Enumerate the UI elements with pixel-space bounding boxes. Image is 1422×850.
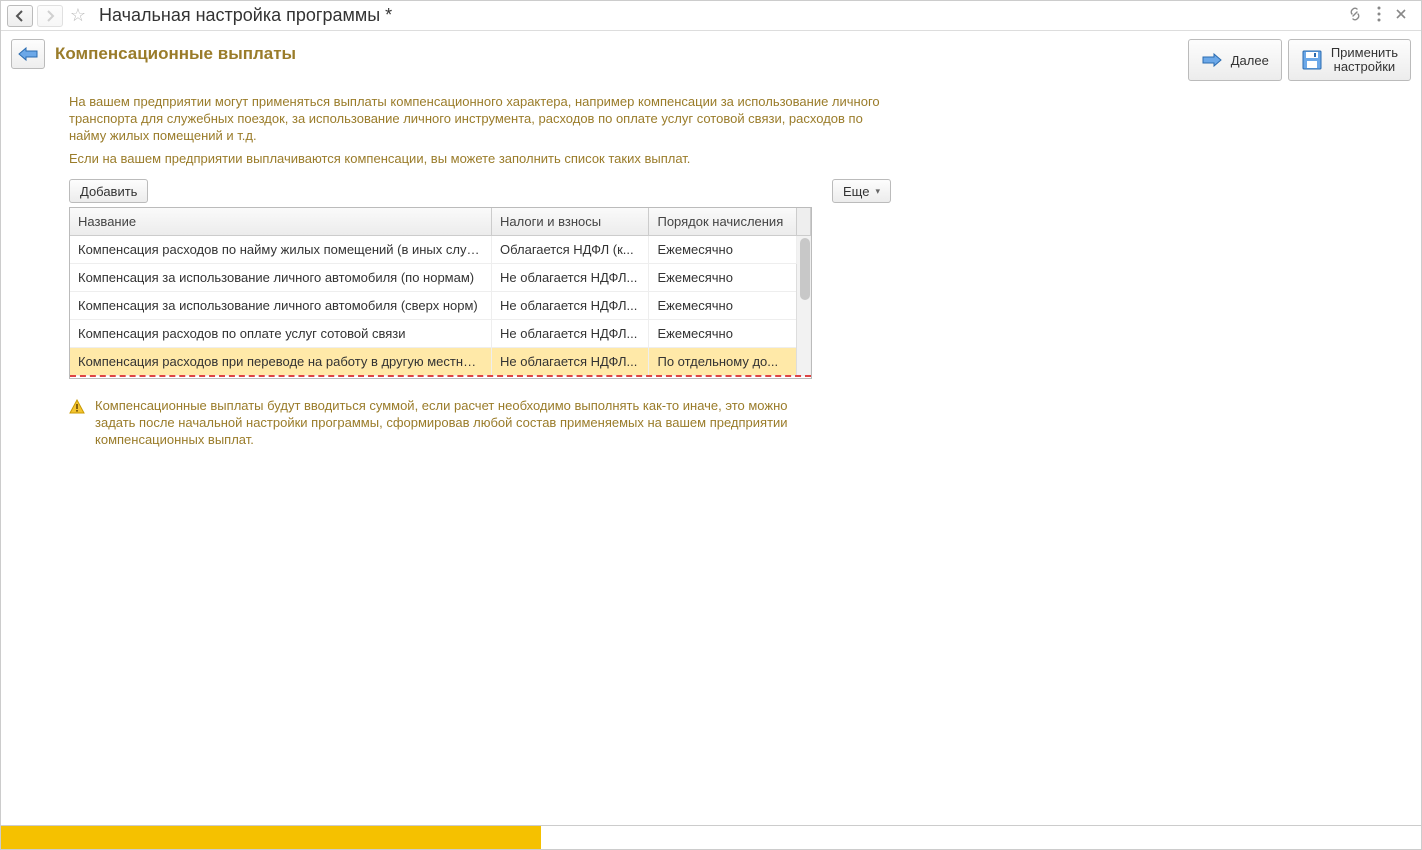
table-row[interactable]: Компенсация расходов по найму жилых поме… bbox=[70, 236, 811, 264]
cell-tax: Облагается НДФЛ (к... bbox=[492, 236, 649, 264]
description-1: На вашем предприятии могут применяться в… bbox=[69, 93, 891, 144]
table-header-row: Название Налоги и взносы Порядок начисле… bbox=[70, 208, 811, 236]
cell-name: Компенсация расходов по найму жилых поме… bbox=[70, 236, 492, 264]
warning-icon bbox=[69, 399, 85, 415]
cell-name: Компенсация за использование личного авт… bbox=[70, 264, 492, 292]
table-row[interactable]: Компенсация за использование личного авт… bbox=[70, 292, 811, 320]
link-icon[interactable] bbox=[1347, 6, 1363, 25]
content: На вашем предприятии могут применяться в… bbox=[1, 87, 891, 448]
toolbar-right: Далее Применить настройки bbox=[1188, 39, 1411, 81]
table-row[interactable]: Компенсация расходов по оплате услуг сот… bbox=[70, 320, 811, 348]
kebab-menu-icon[interactable] bbox=[1377, 6, 1381, 25]
nav-back-button[interactable] bbox=[7, 5, 33, 27]
cell-order: По отдельному до... bbox=[649, 348, 796, 376]
nav-forward-button[interactable] bbox=[37, 5, 63, 27]
progress-fill bbox=[1, 826, 541, 849]
table-row[interactable]: Компенсация за использование личного авт… bbox=[70, 264, 811, 292]
status-bar bbox=[1, 825, 1421, 849]
favorite-star-icon[interactable]: ☆ bbox=[67, 5, 89, 27]
description-2: Если на вашем предприятии выплачиваются … bbox=[69, 150, 891, 167]
table: Название Налоги и взносы Порядок начисле… bbox=[69, 207, 812, 379]
window-title: Начальная настройка программы * bbox=[99, 5, 392, 26]
cell-name: Компенсация за использование личного авт… bbox=[70, 292, 492, 320]
col-header-tax[interactable]: Налоги и взносы bbox=[492, 208, 649, 236]
next-button-label: Далее bbox=[1231, 53, 1269, 68]
cell-name: Компенсация расходов при переводе на раб… bbox=[70, 348, 492, 376]
selected-row-underline bbox=[70, 375, 811, 377]
col-header-name[interactable]: Название bbox=[70, 208, 492, 236]
cell-order: Ежемесячно bbox=[649, 264, 796, 292]
info-text: Компенсационные выплаты будут вводиться … bbox=[95, 397, 812, 448]
toolbar: Компенсационные выплаты Далее Применить … bbox=[1, 31, 1421, 87]
cell-name: Компенсация расходов по оплате услуг сот… bbox=[70, 320, 492, 348]
cell-order: Ежемесячно bbox=[649, 236, 796, 264]
section-title: Компенсационные выплаты bbox=[55, 39, 296, 69]
cell-tax: Не облагается НДФЛ... bbox=[492, 264, 649, 292]
title-bar: ☆ Начальная настройка программы * bbox=[1, 1, 1421, 31]
chevron-down-icon: ▾ bbox=[875, 186, 880, 197]
wizard-back-button[interactable] bbox=[11, 39, 45, 69]
window: ☆ Начальная настройка программы * Компен… bbox=[0, 0, 1422, 850]
floppy-icon bbox=[1301, 49, 1323, 71]
cell-tax: Не облагается НДФЛ... bbox=[492, 292, 649, 320]
add-button[interactable]: Добавить bbox=[69, 179, 148, 203]
table-toolbar: Добавить Еще ▾ bbox=[69, 179, 891, 203]
next-button[interactable]: Далее bbox=[1188, 39, 1282, 81]
col-header-order[interactable]: Порядок начисления bbox=[649, 208, 796, 236]
table-row-selected[interactable]: Компенсация расходов при переводе на раб… bbox=[70, 348, 811, 376]
cell-order: Ежемесячно bbox=[649, 320, 796, 348]
scroll-thumb[interactable] bbox=[800, 238, 810, 300]
cell-order: Ежемесячно bbox=[649, 292, 796, 320]
arrow-left-icon bbox=[17, 46, 39, 62]
scroll-header bbox=[796, 208, 810, 236]
apply-settings-button[interactable]: Применить настройки bbox=[1288, 39, 1411, 81]
title-bar-right bbox=[1347, 6, 1415, 25]
cell-tax: Не облагается НДФЛ... bbox=[492, 320, 649, 348]
close-icon[interactable] bbox=[1395, 8, 1407, 23]
info-row: Компенсационные выплаты будут вводиться … bbox=[69, 397, 812, 448]
apply-button-label: Применить настройки bbox=[1331, 46, 1398, 74]
more-button[interactable]: Еще ▾ bbox=[832, 179, 891, 203]
arrow-right-icon bbox=[1201, 52, 1223, 68]
cell-tax: Не облагается НДФЛ... bbox=[492, 348, 649, 376]
